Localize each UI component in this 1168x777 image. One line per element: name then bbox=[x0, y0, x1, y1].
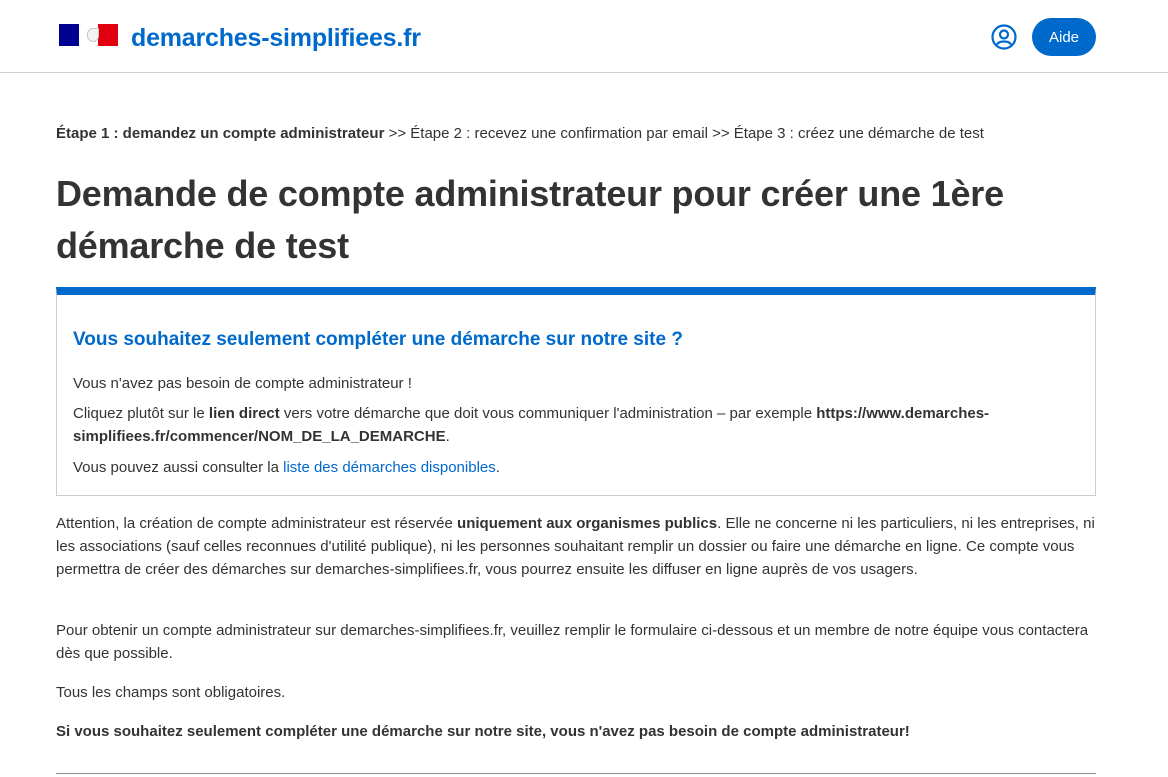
user-circle-icon[interactable] bbox=[991, 24, 1017, 50]
flag-white-band bbox=[79, 24, 99, 46]
flag-blue-band bbox=[59, 24, 79, 46]
text-segment: vers votre démarche que doit vous commun… bbox=[279, 405, 817, 422]
text-segment: . bbox=[495, 459, 500, 476]
republique-francaise-logo[interactable] bbox=[59, 24, 118, 46]
marianne-icon bbox=[87, 28, 99, 42]
step-3: Étape 3 : créez une démarche de test bbox=[733, 125, 984, 142]
reminder-paragraph: Si vous souhaitez seulement compléter un… bbox=[56, 723, 910, 740]
help-button[interactable]: Aide bbox=[1032, 18, 1096, 56]
breadcrumb-steps: Étape 1 : demandez un compte administrat… bbox=[56, 124, 984, 144]
step-2: Étape 2 : recevez une confirmation par e… bbox=[410, 125, 708, 142]
text-segment: . bbox=[445, 428, 450, 445]
page-title: Demande de compte administrateur pour cr… bbox=[56, 173, 1004, 266]
step-separator: >> bbox=[384, 125, 411, 142]
notice-text: Vous n'avez pas besoin de compte adminis… bbox=[73, 375, 412, 392]
notice-direct-link-text: Cliquez plutôt sur le lien direct vers v… bbox=[73, 402, 1081, 448]
site-header: demarches-simplifiees.fr Aide bbox=[0, 0, 1168, 73]
text-segment: Vous pouvez aussi consulter la bbox=[73, 459, 284, 476]
info-notice: Vous souhaitez seulement compléter une d… bbox=[56, 287, 1096, 496]
step-separator: >> bbox=[707, 125, 734, 142]
warning-paragraph: Attention, la création de compte adminis… bbox=[56, 512, 1096, 581]
flag-red-band bbox=[98, 24, 118, 46]
public-bodies-emphasis: uniquement aux organismes publics bbox=[457, 515, 718, 532]
notice-list-text: Vous pouvez aussi consulter la liste des… bbox=[73, 456, 1081, 479]
step-1: Étape 1 : demandez un compte administrat… bbox=[56, 125, 385, 142]
required-fields-note: Tous les champs sont obligatoires. bbox=[56, 684, 286, 701]
section-divider bbox=[56, 773, 1096, 774]
available-procedures-link[interactable]: liste des démarches disponibles bbox=[283, 459, 496, 476]
direct-link-emphasis: lien direct bbox=[208, 405, 280, 422]
text-segment: Attention, la création de compte adminis… bbox=[56, 515, 458, 532]
notice-title: Vous souhaitez seulement compléter une d… bbox=[73, 329, 683, 350]
text-segment: Cliquez plutôt sur le bbox=[73, 405, 209, 422]
form-intro-paragraph: Pour obtenir un compte administrateur su… bbox=[56, 622, 1089, 662]
site-name-link[interactable]: demarches-simplifiees.fr bbox=[131, 23, 421, 53]
